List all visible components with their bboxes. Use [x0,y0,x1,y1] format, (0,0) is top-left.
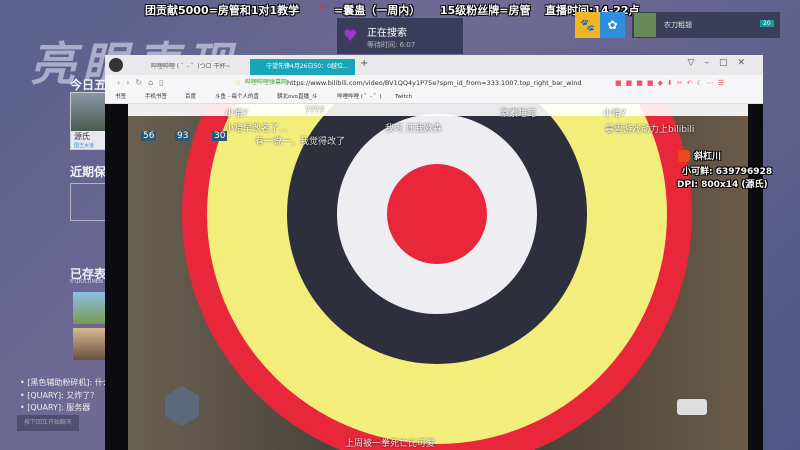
danmaku: 小哈? [225,109,248,119]
new-tab-button[interactable]: + [360,58,368,69]
paw-icon[interactable]: 🐾 [575,12,600,38]
banner-text-1: 团贡献5000=房管和1对1教学 [145,4,300,17]
overlay-info-1: 斜杠川 [694,152,722,162]
danmaku: 有一说一，我觉得改了 [255,137,346,147]
tab-bilibili[interactable]: 哔哩哔哩 ( ゜- ゜)つロ 干杯~-bilibili [135,59,230,75]
extension-icons[interactable]: ■■■■◆⬇✂↶☾⋯☰ [615,75,728,91]
search-overlay: ♥ 正在搜索 等待时间: 6:07 [337,18,463,54]
hud-value: 93 [175,131,191,141]
star-icon[interactable]: ☆ [235,75,241,91]
level-badge: 20 [760,20,774,27]
overlay-info-2: 小可鲜: 639796928 [682,167,773,177]
site-name: 哔哩哔哩弹幕网 [245,79,288,86]
video-player[interactable]: 56 93 30 小哈? ???? 激素睡宠 小哈? 小哈早改名了... 我可 … [105,104,763,450]
url-input[interactable]: https://www.bilibili.com/video/BV1QQ4y1P… [287,75,581,91]
bookmarks-bar: 书签 手机书签 百度 斗鱼 - 每个人的直 朝北ovo直播_斗 哔哩哔哩 ( ゜… [105,91,763,104]
avatar [634,13,656,37]
wait-time: 等待时间: 6:07 [367,41,416,49]
browser-window: 哔哩哔哩 ( ゜- ゜)つロ 干杯~-bilibili 守望先锋4月26日50：… [105,55,763,450]
danmaku: 小哈早改名了... [225,124,288,134]
danmaku: 暴雪游戏动力上bilibili [605,125,695,135]
banner-text-2: =鬟蛊（一周内） [334,4,421,17]
danmaku: ???? [305,106,325,116]
netease-icon [678,150,690,162]
search-status: 正在搜索 [367,28,407,39]
today-heading: 今日五 [70,78,107,92]
bookmark[interactable]: 百度 [185,91,196,104]
user-name: 农刀粗翘 [664,21,692,29]
plane-icon: ✈ [318,3,327,14]
overlay-info-3: DPI: 800x14 (源氏) [677,180,768,190]
chat-line: • [黑色辅助粉碎机]: 什么那 [20,378,119,387]
bookmark[interactable]: 斗鱼 - 每个人的直 [215,91,259,104]
tab-video-active[interactable]: 守望先锋4月26日50：0越位... [250,59,355,75]
profile-avatar[interactable] [109,58,123,72]
group-icon[interactable]: ✿ [600,12,625,38]
hero-name: 源氏 [74,132,90,141]
hud-value: 56 [141,131,157,141]
recent-box [70,183,106,221]
video-top-bar [128,104,748,116]
danmaku: 我可 还我欧森 [385,124,442,134]
hero-image [71,93,105,131]
user-card: 农刀粗翘 20 [632,12,780,38]
bookmark[interactable]: 手机书签 [145,91,167,104]
saved-path: E:\DOCUMEN [70,279,103,285]
bookmark[interactable]: 哔哩哔哩 ( ゜- ゜) [337,91,382,104]
hero-map: 国王大道 [74,143,95,149]
recent-heading: 近期保 [70,165,107,179]
window-controls[interactable]: ▽–□✕ [688,58,755,68]
weapon-icon [677,399,707,415]
danmaku: 小哈? [603,109,626,119]
address-bar: ‹›↻⌂▯ ☆ 哔哩哔哩弹幕网 https://www.bilibili.com… [105,75,763,91]
chat-line: • [QUARY]: 服务器 [20,403,91,412]
heart-logo-icon: ♥ [343,26,358,45]
banner-text-3: 15级粉丝牌=房管 [440,4,531,17]
bookmark[interactable]: 书签 [115,91,126,104]
danmaku: 激素睡宠 [500,109,537,119]
saved-thumbnail[interactable] [73,328,107,360]
target-bullseye [387,164,487,264]
danmaku: 上周被一拳死亡比可爱 [345,439,436,449]
bookmark[interactable]: 朝北ovo直播_斗 [277,91,317,104]
chat-input-button[interactable]: 按下回车开始聊天 [17,415,79,431]
chat-line: • [QUARY]: 又炸了？ [20,391,99,400]
bookmark[interactable]: Twitch [395,91,412,104]
hero-card[interactable]: 源氏 国王大道 [70,92,106,150]
nav-icons[interactable]: ‹›↻⌂▯ [117,75,170,91]
browser-titlebar: 哔哩哔哩 ( ゜- ゜)つロ 干杯~-bilibili 守望先锋4月26日50：… [105,55,763,75]
saved-thumbnail[interactable] [73,292,107,324]
